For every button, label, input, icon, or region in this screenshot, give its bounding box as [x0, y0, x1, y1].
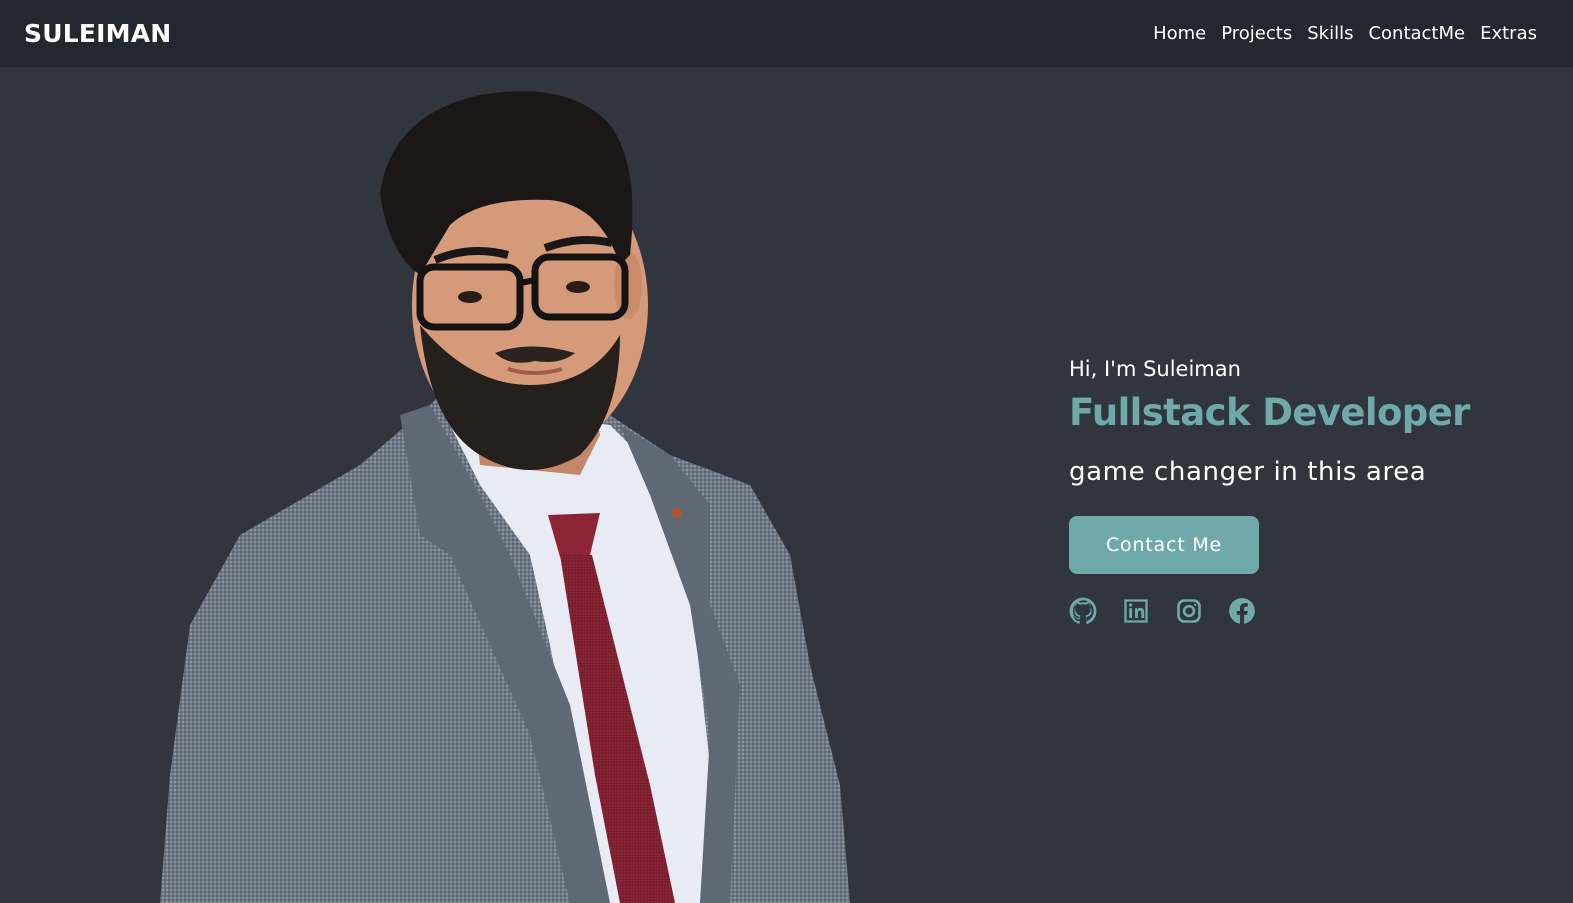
nav-link-projects[interactable]: Projects [1221, 23, 1292, 44]
contact-me-button[interactable]: Contact Me [1069, 516, 1259, 574]
github-icon[interactable] [1069, 597, 1097, 625]
nav-item-extras: Extras [1480, 23, 1537, 44]
brand-logo[interactable]: SULEIMAN [24, 19, 171, 48]
nav-item-home: Home [1153, 23, 1206, 44]
hero-greeting: Hi, I'm Suleiman [1069, 357, 1241, 381]
nav-item-projects: Projects [1221, 23, 1292, 44]
nav-link-extras[interactable]: Extras [1480, 23, 1537, 44]
social-links [1069, 597, 1539, 625]
navbar: SULEIMAN Home Projects Skills ContactMe … [0, 0, 1573, 67]
hero-section: Hi, I'm Suleiman Fullstack Developer gam… [1069, 357, 1539, 625]
portrait-photo [160, 91, 850, 903]
facebook-icon[interactable] [1228, 597, 1256, 625]
nav-item-skills: Skills [1307, 23, 1353, 44]
nav-link-skills[interactable]: Skills [1307, 23, 1353, 44]
nav-item-contactme: ContactMe [1368, 23, 1465, 44]
nav-link-contactme[interactable]: ContactMe [1368, 23, 1465, 44]
instagram-icon[interactable] [1175, 597, 1203, 625]
nav-menu: Home Projects Skills ContactMe Extras [1153, 23, 1537, 44]
linkedin-icon[interactable] [1122, 597, 1150, 625]
nav-link-home[interactable]: Home [1153, 23, 1206, 44]
hero-tagline: game changer in this area [1069, 457, 1427, 487]
hero-role-title: Fullstack Developer [1069, 391, 1470, 434]
